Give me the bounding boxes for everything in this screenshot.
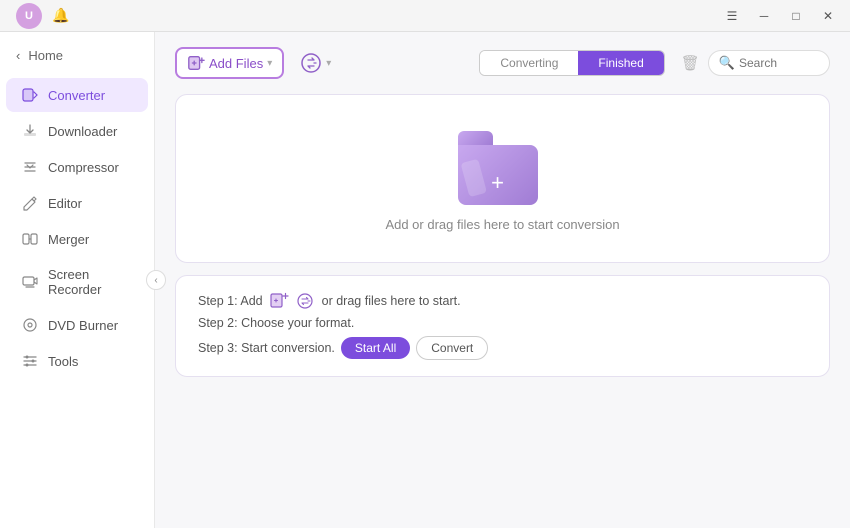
search-icon: 🔍 — [719, 55, 735, 71]
add-file-icon — [187, 54, 205, 72]
compressor-label: Compressor — [48, 160, 119, 175]
convert-tool-icon — [300, 52, 322, 74]
tab-finished[interactable]: Finished — [578, 51, 663, 75]
merger-icon — [22, 231, 38, 247]
sidebar-collapse-button[interactable]: ‹ — [146, 270, 166, 290]
sidebar-item-screen-recorder[interactable]: Screen Recorder — [6, 258, 148, 306]
close-button[interactable]: ✕ — [814, 5, 842, 27]
step1-icons — [269, 292, 316, 310]
folder-plus-icon: + — [491, 170, 504, 196]
downloader-icon — [22, 123, 38, 139]
convert-mini-icon — [294, 292, 316, 310]
add-file-mini-icon — [269, 292, 291, 310]
home-label: Home — [28, 48, 63, 63]
add-files-button[interactable]: Add Files ▾ — [175, 47, 284, 79]
add-dropdown-arrow[interactable]: ▾ — [267, 58, 272, 69]
step-1-row: Step 1: Add — [198, 292, 807, 310]
toolbar-actions: 🗑 🔍 — [681, 50, 830, 76]
titlebar: U 🔔 ☰ ─ □ ✕ — [0, 0, 850, 32]
user-avatar: U — [16, 3, 42, 29]
steps-area: Step 1: Add — [175, 275, 830, 377]
editor-label: Editor — [48, 196, 82, 211]
sidebar-item-converter[interactable]: Converter — [6, 78, 148, 112]
dvd-burner-icon — [22, 317, 38, 333]
sidebar: ‹ Home Converter Downloader — [0, 32, 155, 528]
drop-zone-text: Add or drag files here to start conversi… — [385, 217, 619, 232]
start-all-button[interactable]: Start All — [341, 337, 410, 359]
search-box[interactable]: 🔍 — [708, 50, 830, 76]
home-nav[interactable]: ‹ Home — [0, 40, 154, 77]
sidebar-item-tools[interactable]: Tools — [6, 344, 148, 378]
screen-recorder-icon — [22, 274, 38, 290]
step-2-row: Step 2: Choose your format. — [198, 316, 807, 330]
folder-shine — [460, 159, 486, 197]
converter-icon — [22, 87, 38, 103]
sidebar-item-downloader[interactable]: Downloader — [6, 114, 148, 148]
add-files-label: Add Files — [209, 56, 263, 71]
menu-button[interactable]: ☰ — [718, 5, 746, 27]
step1-prefix: Step 1: Add — [198, 294, 263, 308]
convert-dropdown-arrow[interactable]: ▾ — [326, 58, 331, 69]
minimize-button[interactable]: ─ — [750, 5, 778, 27]
sidebar-item-editor[interactable]: Editor — [6, 186, 148, 220]
step2-text: Step 2: Choose your format. — [198, 316, 354, 330]
sidebar-item-dvd-burner[interactable]: DVD Burner — [6, 308, 148, 342]
back-arrow-icon: ‹ — [16, 48, 20, 63]
tab-converting[interactable]: Converting — [480, 51, 578, 75]
main-content: Add Files ▾ ▾ Converting Finished 🗑 — [155, 32, 850, 528]
tabs-toggle: Converting Finished — [479, 50, 664, 76]
content-area: + Add or drag files here to start conver… — [175, 94, 830, 514]
titlebar-icons: U 🔔 — [16, 3, 74, 29]
merger-label: Merger — [48, 232, 89, 247]
step-3-row: Step 3: Start conversion. Start All Conv… — [198, 336, 807, 360]
bell-icon[interactable]: 🔔 — [48, 3, 74, 29]
editor-icon — [22, 195, 38, 211]
app-body: ‹ Home Converter Downloader — [0, 32, 850, 528]
dvd-burner-label: DVD Burner — [48, 318, 118, 333]
toolbar: Add Files ▾ ▾ Converting Finished 🗑 — [175, 46, 830, 80]
trash-icon[interactable]: 🗑 — [681, 54, 700, 72]
convert-button[interactable]: Convert — [416, 336, 488, 360]
screen-recorder-label: Screen Recorder — [48, 267, 132, 297]
drop-zone[interactable]: + Add or drag files here to start conver… — [175, 94, 830, 263]
sidebar-item-merger[interactable]: Merger — [6, 222, 148, 256]
folder-tab — [458, 131, 493, 145]
search-input[interactable] — [739, 56, 819, 70]
sidebar-item-compressor[interactable]: Compressor — [6, 150, 148, 184]
folder-body: + — [458, 145, 538, 205]
step3-prefix: Step 3: Start conversion. — [198, 341, 335, 355]
convert-tool-button[interactable]: ▾ — [292, 46, 339, 80]
tools-label: Tools — [48, 354, 78, 369]
converter-label: Converter — [48, 88, 105, 103]
step1-suffix: or drag files here to start. — [322, 294, 461, 308]
compressor-icon — [22, 159, 38, 175]
tools-icon — [22, 353, 38, 369]
downloader-label: Downloader — [48, 124, 117, 139]
folder-icon: + — [458, 125, 548, 205]
maximize-button[interactable]: □ — [782, 5, 810, 27]
